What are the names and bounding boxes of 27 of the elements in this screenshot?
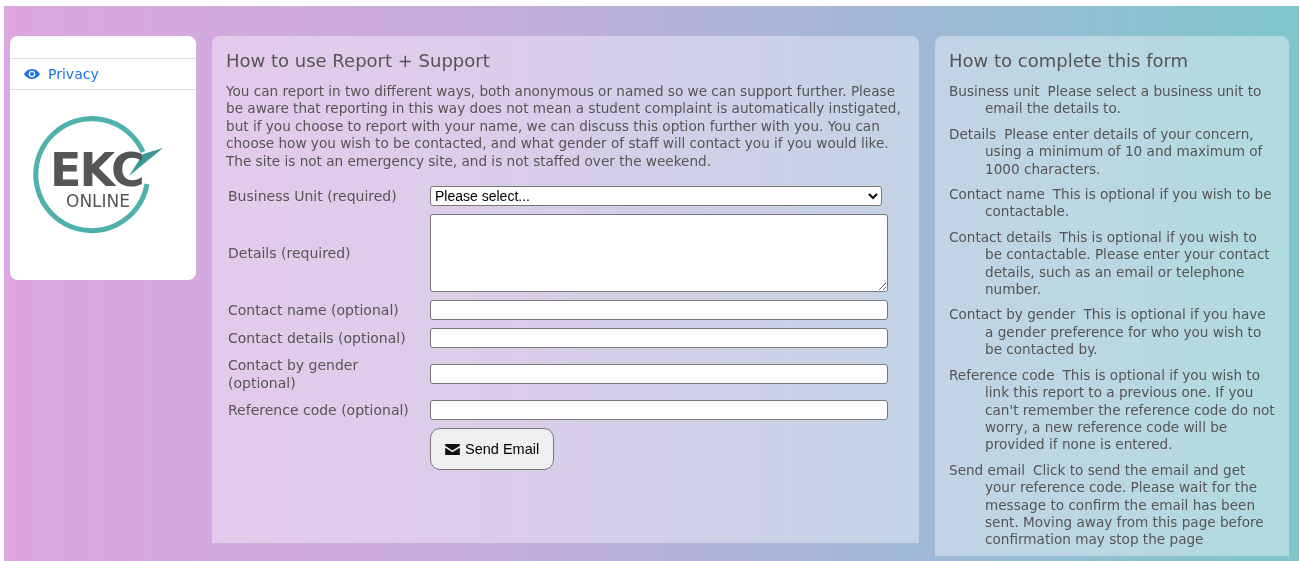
panel-title: How to complete this form	[949, 50, 1190, 71]
help-entry: Business unit Please select a business unit to email the details to.	[949, 83, 1263, 118]
text-field[interactable]	[430, 328, 888, 349]
help-entry: Details Please enter details of your concern, using a minimum of 10 and maximum of 1000 characters.	[949, 125, 1264, 179]
help-entry: Reference code This is optional if you wish to link this report to a previous one. If you can't remember the reference code do not worry, a new reference code will be provided if none is entered.	[949, 366, 1276, 454]
business-unit-select[interactable]: Please select...	[430, 186, 882, 207]
help-entry: Send email Click to send the email and get your reference code. Please wait for the message to confirm the email has been sent. Moving away from this page before confirmation may stop the page	[949, 461, 1265, 549]
field-label: Business Unit (required)	[228, 187, 398, 206]
help-entry: Contact name This is optional if you wish to be contactable.	[949, 186, 1273, 221]
text-field[interactable]	[430, 300, 888, 321]
intro-paragraph: You can report in two different ways, both anonymous or named so we can support further. Please be aware that reporting in this way does not mean a student complaint is automatically instigated, but if you choose to report with your name, we can discuss this option further with you. You can choose how you wish to be contacted, and what gender of staff will contact you if you would like. The site is not an emergency site, and is not staffed over the weekend.	[226, 83, 902, 171]
text-field[interactable]	[430, 364, 888, 385]
privacy-link[interactable]: Privacy	[10, 59, 196, 90]
help-entry: Contact details This is optional if you wish to be contactable. Please enter your contact details, such as an email or telephone number.	[949, 228, 1271, 299]
text-field[interactable]	[430, 400, 888, 421]
eye-icon	[24, 69, 40, 79]
field-label: Reference code (optional)	[228, 401, 410, 420]
field-label: Contact details (optional)	[228, 329, 407, 348]
envelope-icon	[445, 443, 460, 455]
logo-ring-icon	[33, 116, 163, 234]
field-label: Contact by gender (optional)	[228, 356, 360, 393]
send-email-button[interactable]: Send Email	[430, 428, 555, 471]
field-label: Details (required)	[228, 244, 352, 263]
panel-title: How to use Report + Support	[226, 50, 491, 71]
details-textarea[interactable]	[430, 214, 888, 293]
help-entry: Contact by gender This is optional if you have a gender preference for who you wish to be contacted by.	[949, 306, 1267, 359]
field-label: Contact name (optional)	[228, 301, 400, 320]
